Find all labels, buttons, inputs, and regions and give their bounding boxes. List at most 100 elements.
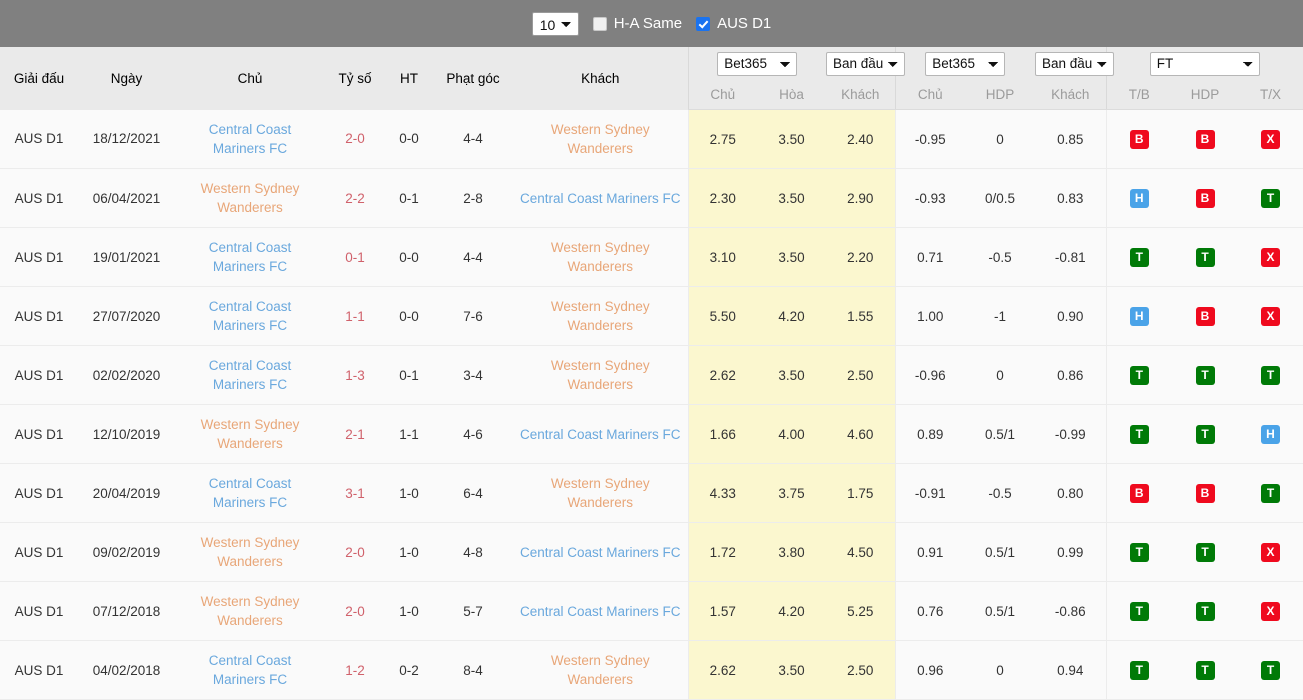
team-name[interactable]: Western Sydney Wanderers [175, 592, 325, 630]
team-name[interactable]: Western Sydney Wanderers [513, 238, 688, 276]
cell-odds-home: 1.66 [687, 404, 757, 464]
status-badge: T [1195, 247, 1215, 267]
table-row[interactable]: AUS D1 19/01/2021 Central Coast Mariners F… [0, 227, 1303, 287]
cell-hdp-line: -0.5 [965, 227, 1035, 287]
cell-hdp-home: -0.93 [894, 168, 965, 228]
ha-same-checkbox-group[interactable]: H-A Same [592, 15, 682, 32]
cell-hdp-line: 0 [965, 345, 1035, 405]
team-name[interactable]: Western Sydney Wanderers [513, 120, 688, 158]
ha-same-checkbox[interactable] [592, 16, 607, 31]
team-name[interactable]: Central Coast Mariners FC [175, 297, 325, 335]
team-name[interactable]: Central Coast Mariners FC [175, 651, 325, 689]
table-row[interactable]: AUS D1 04/02/2018 Central Coast Mariners F… [0, 640, 1303, 700]
status-badge: H [1129, 306, 1149, 326]
cell-result-tx: H [1238, 404, 1303, 464]
odds-hdp-bookmaker-cell: Bet365BwinPinnacleCrown [894, 47, 1035, 80]
cell-away-team: Western Sydney Wanderers [513, 345, 688, 405]
team-name[interactable]: Western Sydney Wanderers [513, 356, 688, 394]
table-row[interactable]: AUS D1 18/12/2021 Central Coast Mariners F… [0, 109, 1303, 169]
team-name[interactable]: Western Sydney Wanderers [175, 179, 325, 217]
team-name[interactable]: Central Coast Mariners FC [175, 120, 325, 158]
table-row[interactable]: AUS D1 27/07/2020 Central Coast Mariners F… [0, 286, 1303, 346]
cell-ht: 0-1 [385, 168, 433, 228]
odds-hdp-bookmaker-select[interactable]: Bet365BwinPinnacleCrown [925, 51, 1006, 76]
status-badge: T [1129, 247, 1149, 267]
cell-home-team: Central Coast Mariners FC [175, 463, 325, 523]
cell-hdp-line: 0.5/1 [965, 581, 1035, 641]
team-name[interactable]: Western Sydney Wanderers [513, 651, 688, 689]
status-badge: X [1261, 542, 1280, 562]
cell-ht: 1-0 [385, 522, 433, 582]
league-filter-checkbox[interactable] [696, 16, 711, 31]
odds-1x2-phase-select[interactable]: Ban đầuTức thời [826, 51, 905, 76]
table-row[interactable]: AUS D1 07/12/2018 Western Sydney Wanderers… [0, 581, 1303, 641]
cell-corner: 3-4 [433, 345, 513, 405]
team-name[interactable]: Western Sydney Wanderers [175, 415, 325, 453]
result-period-cell: FTHT [1105, 47, 1303, 80]
status-badge: T [1261, 483, 1280, 503]
team-name[interactable]: Central Coast Mariners FC [513, 543, 688, 562]
table-body: AUS D1 18/12/2021 Central Coast Mariners F… [0, 109, 1303, 700]
team-name[interactable]: Western Sydney Wanderers [513, 297, 688, 335]
team-name[interactable]: Western Sydney Wanderers [513, 474, 688, 512]
cell-result-tb: T [1105, 581, 1172, 641]
cell-odds-home: 1.57 [687, 581, 757, 641]
table-row[interactable]: AUS D1 09/02/2019 Western Sydney Wanderers… [0, 522, 1303, 582]
head-to-head-table: Giải đấu Ngày Chủ Tỷ số HT Phạt góc Khác… [0, 47, 1303, 700]
league-filter-checkbox-group[interactable]: AUS D1 [696, 15, 771, 32]
team-name[interactable]: Central Coast Mariners FC [175, 356, 325, 394]
team-name[interactable]: Central Coast Mariners FC [175, 474, 325, 512]
cell-hdp-home: 0.91 [894, 522, 965, 582]
cell-result-hdp: T [1172, 404, 1238, 464]
cell-score: 3-1 [325, 463, 385, 523]
status-badge: X [1261, 129, 1280, 149]
col-header-away: Khách [513, 47, 688, 110]
cell-score: 2-2 [325, 168, 385, 228]
cell-home-team: Western Sydney Wanderers [175, 168, 325, 228]
cell-hdp-away: 0.86 [1035, 345, 1106, 405]
status-badge: T [1129, 601, 1149, 621]
row-count-select[interactable]: 10203050 [531, 11, 579, 36]
team-name[interactable]: Central Coast Mariners FC [513, 189, 688, 208]
cell-home-team: Central Coast Mariners FC [175, 109, 325, 169]
team-name[interactable]: Central Coast Mariners FC [175, 238, 325, 276]
cell-corner: 4-6 [433, 404, 513, 464]
cell-score: 1-1 [325, 286, 385, 346]
table-row[interactable]: AUS D1 12/10/2019 Western Sydney Wanderers… [0, 404, 1303, 464]
cell-date: 04/02/2018 [78, 640, 175, 700]
odds-1x2-bookmaker-select[interactable]: Bet365BwinPinnacleCrown [717, 51, 798, 76]
table-row[interactable]: AUS D1 02/02/2020 Central Coast Mariners F… [0, 345, 1303, 405]
team-name[interactable]: Central Coast Mariners FC [513, 602, 688, 621]
cell-result-tb: T [1105, 522, 1172, 582]
cell-date: 12/10/2019 [78, 404, 175, 464]
result-period-select[interactable]: FTHT [1149, 51, 1260, 76]
cell-hdp-line: 0.5/1 [965, 522, 1035, 582]
cell-away-team: Western Sydney Wanderers [513, 109, 688, 169]
team-name[interactable]: Central Coast Mariners FC [513, 425, 688, 444]
status-badge: B [1195, 306, 1215, 326]
table-row[interactable]: AUS D1 06/04/2021 Western Sydney Wanderers… [0, 168, 1303, 228]
cell-odds-away: 5.25 [826, 581, 895, 641]
cell-hdp-home: 0.71 [894, 227, 965, 287]
cell-ht: 0-0 [385, 227, 433, 287]
table-row[interactable]: AUS D1 20/04/2019 Central Coast Mariners F… [0, 463, 1303, 523]
subcol-result-tb: T/B [1105, 80, 1172, 110]
subcol-hdp-line: HDP [965, 80, 1035, 110]
cell-league: AUS D1 [0, 522, 78, 582]
cell-home-team: Western Sydney Wanderers [175, 581, 325, 641]
col-header-corner: Phạt góc [433, 47, 513, 110]
cell-odds-home: 1.72 [687, 522, 757, 582]
cell-hdp-home: -0.91 [894, 463, 965, 523]
status-badge: T [1261, 188, 1280, 208]
status-badge: B [1195, 129, 1215, 149]
cell-odds-draw: 4.20 [757, 581, 826, 641]
cell-hdp-home: 0.76 [894, 581, 965, 641]
cell-result-hdp: B [1172, 286, 1238, 346]
cell-date: 06/04/2021 [78, 168, 175, 228]
odds-hdp-phase-select[interactable]: Ban đầuTức thời [1035, 51, 1114, 76]
cell-away-team: Central Coast Mariners FC [513, 404, 688, 464]
cell-odds-home: 2.62 [687, 640, 757, 700]
subcol-hdp-away: Khách [1035, 80, 1106, 110]
team-name[interactable]: Western Sydney Wanderers [175, 533, 325, 571]
cell-hdp-away: 0.83 [1035, 168, 1106, 228]
